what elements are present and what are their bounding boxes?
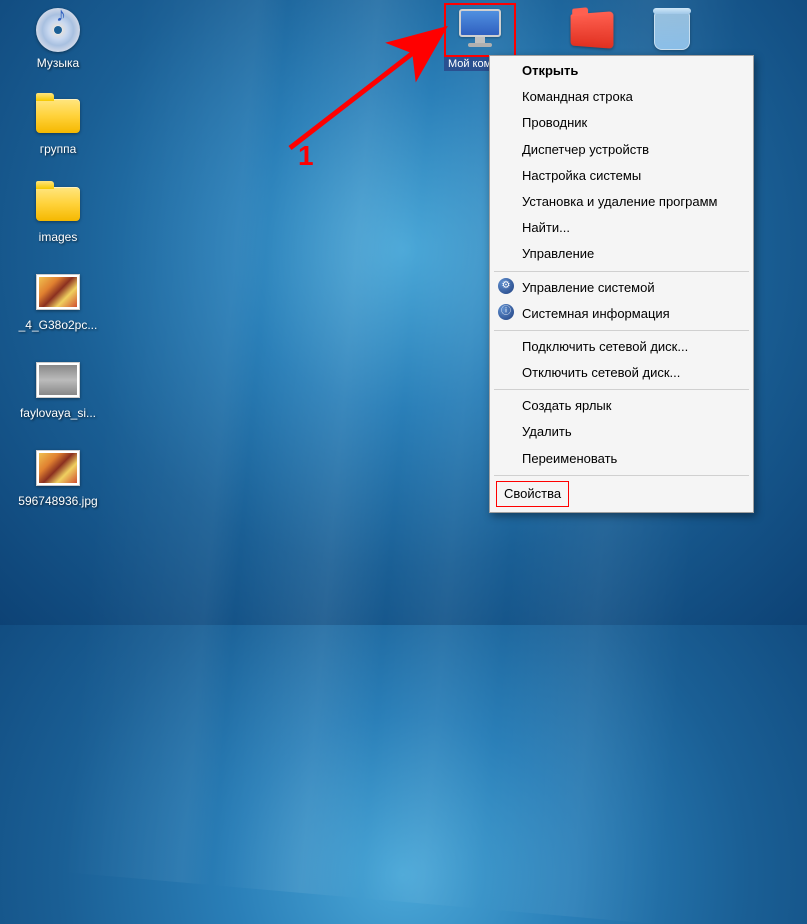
menu-item-cmd[interactable]: Командная строка (492, 84, 751, 110)
image-thumb-icon (34, 356, 82, 404)
menu-item-addremove[interactable]: Установка и удаление программ (492, 189, 751, 215)
menu-item-rename[interactable]: Переименовать (492, 446, 751, 472)
annotation-number-1: 1 (298, 140, 314, 172)
menu-item-unmap-drive[interactable]: Отключить сетевой диск... (492, 360, 751, 386)
icon-label: images (39, 230, 78, 244)
menu-separator (494, 389, 749, 390)
desktop-icon-file3[interactable]: 596748936.jpg (18, 444, 98, 508)
desktop-icon-group[interactable]: группа (18, 92, 98, 156)
menu-item-sysconfig[interactable]: Настройка системы (492, 163, 751, 189)
menu-item-sysinfo[interactable]: ⓘСистемная информация (492, 301, 751, 327)
desktop-icon-my-computer[interactable] (447, 6, 513, 54)
desktop-icon-red-folder[interactable] (550, 6, 630, 56)
cd-icon: ♪ (34, 6, 82, 54)
menu-item-sysmanage[interactable]: ⚙Управление системой (492, 275, 751, 301)
desktop-icon-file1[interactable]: _4_G38o2pc... (18, 268, 98, 332)
menu-item-manage[interactable]: Управление (492, 241, 751, 267)
info-icon: ⓘ (498, 304, 514, 320)
gear-icon: ⚙ (498, 278, 514, 294)
desktop-icon-recycle-bin[interactable] (632, 6, 712, 56)
icon-label: faylovaya_si... (20, 406, 96, 420)
folder-icon (34, 92, 82, 140)
context-menu: Открыть Командная строка Проводник Диспе… (489, 55, 754, 513)
menu-item-properties[interactable]: Свойства (496, 481, 569, 507)
recycle-bin-icon (648, 6, 696, 54)
icon-label: 596748936.jpg (18, 494, 97, 508)
annotation-arrow-1 (260, 18, 460, 158)
menu-item-find[interactable]: Найти... (492, 215, 751, 241)
menu-item-shortcut[interactable]: Создать ярлык (492, 393, 751, 419)
menu-separator (494, 330, 749, 331)
monitor-icon (456, 6, 504, 54)
folder-red-icon (566, 6, 614, 54)
icon-label: группа (40, 142, 77, 156)
icon-label: Музыка (37, 56, 79, 70)
image-thumb-icon (34, 268, 82, 316)
folder-icon (34, 180, 82, 228)
menu-item-delete[interactable]: Удалить (492, 419, 751, 445)
desktop-icon-images[interactable]: images (18, 180, 98, 244)
menu-item-explorer[interactable]: Проводник (492, 110, 751, 136)
menu-item-devmgr[interactable]: Диспетчер устройств (492, 137, 751, 163)
desktop-icon-file2[interactable]: faylovaya_si... (18, 356, 98, 420)
menu-item-map-drive[interactable]: Подключить сетевой диск... (492, 334, 751, 360)
icon-label: _4_G38o2pc... (19, 318, 98, 332)
image-thumb-icon (34, 444, 82, 492)
menu-separator (494, 271, 749, 272)
desktop-icon-music[interactable]: ♪ Музыка (18, 6, 98, 70)
menu-item-open[interactable]: Открыть (492, 58, 751, 84)
menu-separator (494, 475, 749, 476)
